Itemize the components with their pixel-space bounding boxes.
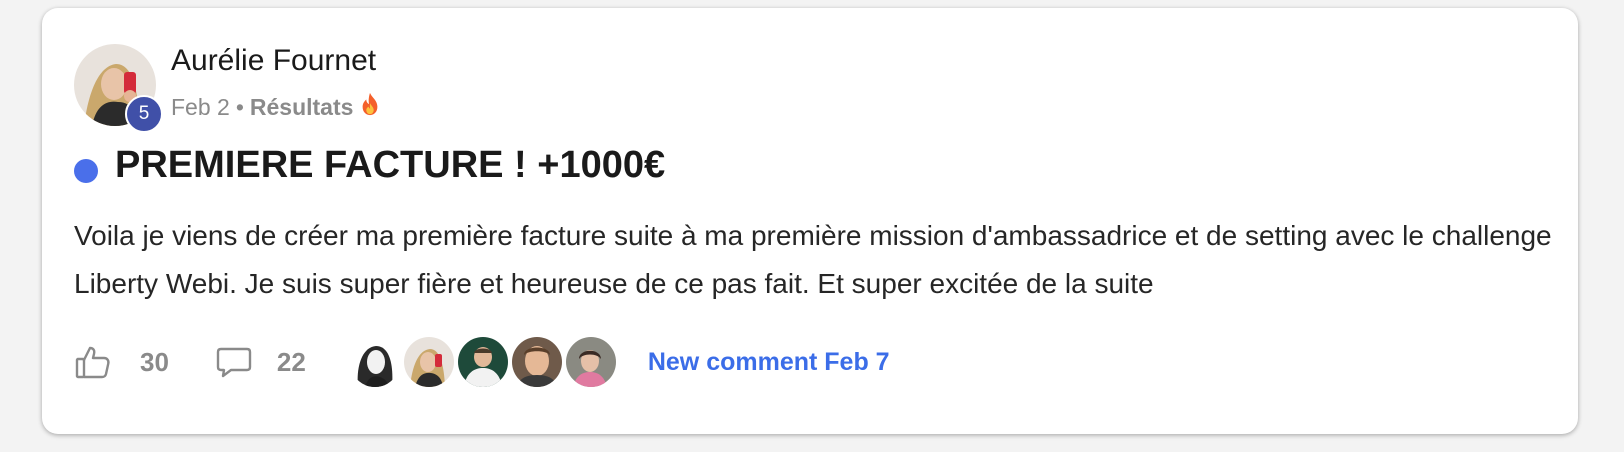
post-card[interactable]: 5 Aurélie Fournet Feb 2 • Résultats PREM… — [42, 8, 1578, 434]
post-category[interactable]: Résultats — [250, 94, 354, 121]
post-date: Feb 2 — [171, 93, 230, 120]
commenter-avatar-5[interactable] — [565, 337, 616, 387]
unread-indicator — [74, 159, 98, 183]
commenter-avatar-1[interactable] — [349, 337, 400, 387]
thumbs-up-icon — [74, 343, 112, 381]
fire-emoji-icon — [359, 92, 381, 122]
new-comment-link[interactable]: New comment Feb 7 — [648, 348, 890, 377]
commenter-avatar-2[interactable] — [403, 337, 454, 387]
author-name[interactable]: Aurélie Fournet — [171, 44, 376, 78]
comment-count[interactable]: 22 — [277, 347, 306, 378]
level-badge: 5 — [125, 95, 163, 133]
comment-button[interactable]: 22 — [215, 343, 306, 381]
like-button[interactable]: 30 — [74, 343, 169, 381]
post-body[interactable]: Voila je viens de créer ma première fact… — [74, 212, 1554, 308]
commenter-avatars[interactable] — [349, 337, 620, 387]
like-count[interactable]: 30 — [140, 347, 169, 378]
commenter-avatar-3[interactable] — [457, 337, 508, 387]
post-title[interactable]: PREMIERE FACTURE ! +1000€ — [115, 144, 665, 187]
post-actions: 30 22 New comment Feb 7 — [74, 334, 890, 390]
commenter-avatar-4[interactable] — [511, 337, 562, 387]
meta-separator: • — [235, 93, 244, 120]
post-meta: Feb 2 • Résultats — [171, 92, 381, 122]
comment-icon — [215, 343, 253, 381]
